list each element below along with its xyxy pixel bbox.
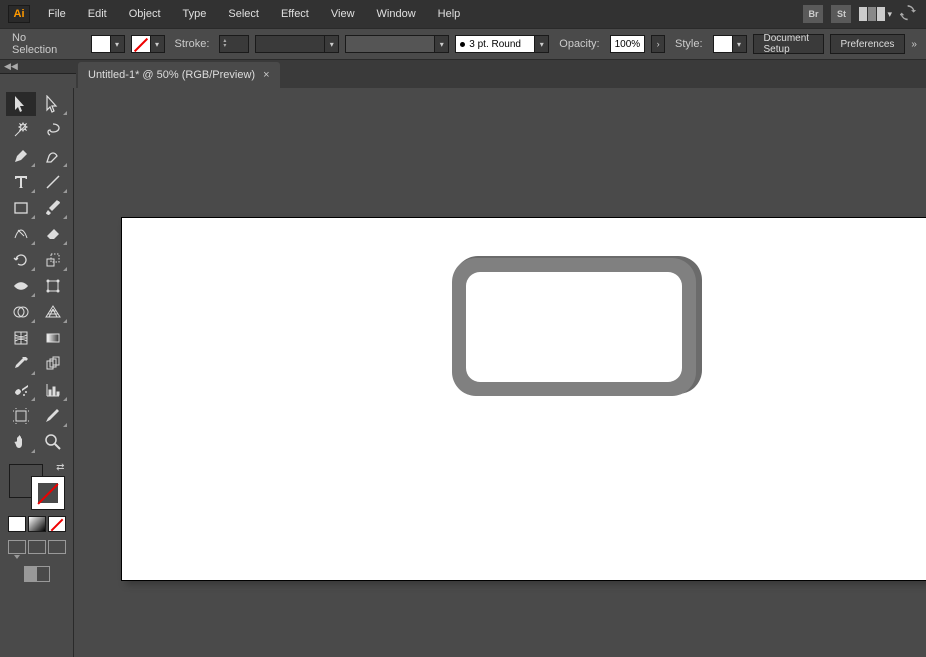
draw-inside[interactable] <box>48 540 66 554</box>
stroke-weight-input[interactable]: ▴▾ <box>219 35 249 53</box>
chevron-down-icon: ▾ <box>887 9 892 20</box>
selection-tool[interactable] <box>6 92 36 116</box>
stroke-swatch-combo[interactable]: ▾ <box>131 35 165 53</box>
style-swatch <box>713 35 733 53</box>
hand-tool[interactable] <box>6 430 36 454</box>
fill-swatch-combo[interactable]: ▾ <box>91 35 125 53</box>
style-label: Style: <box>671 38 707 50</box>
draw-mode-row <box>8 540 66 554</box>
chevron-down-icon: ▾ <box>111 35 125 53</box>
var-width-field <box>255 35 325 53</box>
close-icon[interactable]: × <box>263 69 269 81</box>
menubar: Ai File Edit Object Type Select Effect V… <box>0 0 926 28</box>
screen-mode-toggle[interactable] <box>24 566 50 582</box>
artboard-tool[interactable] <box>6 404 36 428</box>
magic-wand-tool[interactable] <box>6 118 36 142</box>
gradient-tool[interactable] <box>38 326 68 350</box>
free-transform-tool[interactable] <box>38 274 68 298</box>
tools-collapse-strip[interactable]: ◀◀ <box>0 60 76 74</box>
chevron-down-icon: ▾ <box>535 35 549 53</box>
stock-button[interactable]: St <box>831 5 851 23</box>
curvature-tool[interactable] <box>38 144 68 168</box>
brush-definition[interactable]: ▾ <box>345 35 449 53</box>
type-tool[interactable] <box>6 170 36 194</box>
document-tab-title: Untitled-1* @ 50% (RGB/Preview) <box>88 69 255 81</box>
mesh-tool[interactable] <box>6 326 36 350</box>
chevron-down-icon: ▾ <box>151 35 165 53</box>
draw-behind[interactable] <box>28 540 46 554</box>
blend-tool[interactable] <box>38 352 68 376</box>
canvas-area[interactable] <box>76 88 926 657</box>
color-mode-row <box>8 516 66 532</box>
paintbrush-tool[interactable] <box>38 196 68 220</box>
rotate-tool[interactable] <box>6 248 36 272</box>
app-logo: Ai <box>8 5 30 23</box>
rounded-rect-shape[interactable] <box>452 258 696 396</box>
menu-select[interactable]: Select <box>218 4 269 24</box>
pen-tool[interactable] <box>6 144 36 168</box>
document-setup-button[interactable]: Document Setup <box>753 34 824 54</box>
shape-builder-tool[interactable] <box>6 300 36 324</box>
menu-object[interactable]: Object <box>119 4 171 24</box>
brush-preset-label: 3 pt. Round <box>469 39 521 50</box>
control-bar: No Selection ▾ ▾ Stroke: ▴▾ ▾ ▾ 3 pt. Ro… <box>0 28 926 60</box>
tools-panel: ⇄ <box>0 88 74 657</box>
overflow-icon[interactable]: » <box>911 39 918 50</box>
preferences-button[interactable]: Preferences <box>830 34 906 54</box>
fill-swatch <box>91 35 111 53</box>
menubar-right: Br St ▾ <box>803 5 918 23</box>
workspace-switcher[interactable]: ▾ <box>859 7 892 21</box>
graphic-style[interactable]: ▾ <box>713 35 747 53</box>
brush-dot-icon <box>460 42 465 47</box>
menu-type[interactable]: Type <box>173 4 217 24</box>
stroke-swatch <box>131 35 151 53</box>
zoom-tool[interactable] <box>38 430 68 454</box>
stroke-color[interactable] <box>31 476 65 510</box>
chevron-down-icon: ▾ <box>325 35 339 53</box>
opacity-more-button[interactable]: › <box>651 35 665 53</box>
menu-help[interactable]: Help <box>428 4 471 24</box>
opacity-input[interactable]: 100% <box>610 35 646 53</box>
brush-preset[interactable]: 3 pt. Round ▾ <box>455 35 549 53</box>
shaper-tool[interactable] <box>6 222 36 246</box>
brush-def-field <box>345 35 435 53</box>
rectangle-tool[interactable] <box>6 196 36 220</box>
menu-file[interactable]: File <box>38 4 76 24</box>
lasso-tool[interactable] <box>38 118 68 142</box>
scale-tool[interactable] <box>38 248 68 272</box>
opacity-label: Opacity: <box>555 38 603 50</box>
menu-view[interactable]: View <box>321 4 365 24</box>
column-graph-tool[interactable] <box>38 378 68 402</box>
menu-effect[interactable]: Effect <box>271 4 319 24</box>
slice-tool[interactable] <box>38 404 68 428</box>
sync-settings-icon[interactable] <box>900 5 918 23</box>
stroke-label: Stroke: <box>171 38 214 50</box>
menu-edit[interactable]: Edit <box>78 4 117 24</box>
chevron-down-icon: ▾ <box>733 35 747 53</box>
chevron-down-icon: ▾ <box>435 35 449 53</box>
color-mode-none[interactable] <box>48 516 66 532</box>
perspective-grid-tool[interactable] <box>38 300 68 324</box>
symbol-sprayer-tool[interactable] <box>6 378 36 402</box>
bridge-button[interactable]: Br <box>803 5 823 23</box>
selection-status: No Selection <box>8 32 68 56</box>
artboard[interactable] <box>122 218 926 580</box>
menu-window[interactable]: Window <box>367 4 426 24</box>
line-segment-tool[interactable] <box>38 170 68 194</box>
workspace-icon <box>859 7 885 21</box>
direct-selection-tool[interactable] <box>38 92 68 116</box>
draw-normal[interactable] <box>8 540 26 554</box>
eyedropper-tool[interactable] <box>6 352 36 376</box>
var-width-profile[interactable]: ▾ <box>255 35 339 53</box>
fill-stroke-control[interactable]: ⇄ <box>9 464 65 510</box>
document-tab[interactable]: Untitled-1* @ 50% (RGB/Preview) × <box>78 62 280 88</box>
width-tool[interactable] <box>6 274 36 298</box>
document-tabbar: Untitled-1* @ 50% (RGB/Preview) × <box>76 60 926 88</box>
brush-preset-field: 3 pt. Round <box>455 35 535 53</box>
spinner-icon: ▴▾ <box>223 39 226 49</box>
color-mode-solid[interactable] <box>8 516 26 532</box>
swap-fill-stroke-icon[interactable]: ⇄ <box>56 462 64 473</box>
color-mode-gradient[interactable] <box>28 516 46 532</box>
eraser-tool[interactable] <box>38 222 68 246</box>
